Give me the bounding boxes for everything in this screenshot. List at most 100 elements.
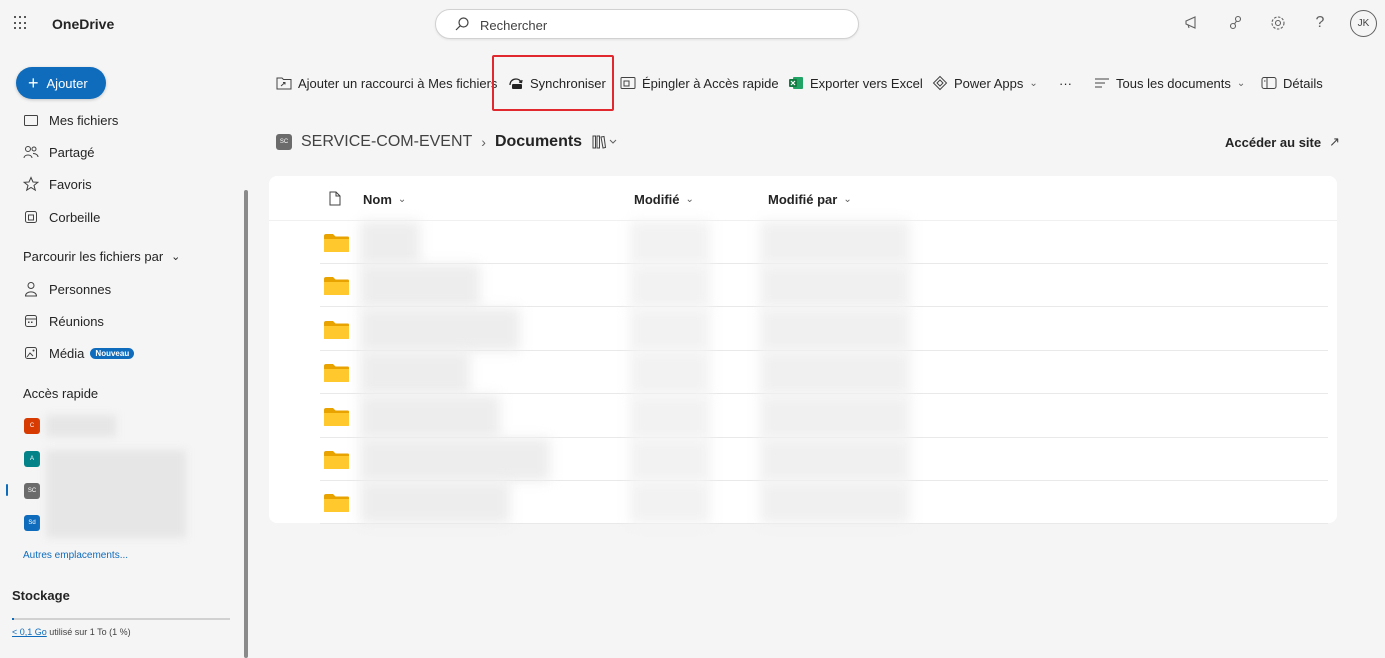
chevron-down-icon: ⌄ [1029,77,1038,89]
export-excel-button[interactable]: Exporter vers Excel [788,72,923,94]
nav-item-people[interactable]: Personnes [23,279,111,299]
nav-item-label: Partagé [49,144,95,160]
nav-item-my-files[interactable]: Mes fichiers [23,110,118,130]
left-navigation: Mes fichiers Partagé Favoris Corbeille P… [0,110,240,658]
blurred-file-name [360,481,510,525]
details-button[interactable]: Détails [1261,72,1323,94]
image-icon [23,345,39,361]
excel-icon [788,75,804,91]
selection-indicator [6,484,8,496]
go-to-site-link[interactable]: Accéder au site ↗ [1225,134,1340,150]
blurred-modified-by [760,481,910,525]
nav-scrollbar[interactable] [244,190,248,658]
table-row[interactable] [320,481,1328,525]
folder-icon [324,407,349,426]
chevron-down-icon: ⌄ [843,194,852,205]
power-apps-icon [932,75,948,91]
chevron-down-icon: ⌄ [1236,77,1246,89]
nav-item-shared[interactable]: Partagé [23,142,95,162]
breadcrumb-separator-icon: › [481,134,486,150]
search-icon [454,16,470,35]
other-locations-link[interactable]: Autres emplacements... [23,550,128,561]
search-input[interactable] [480,16,840,34]
blurred-modified-date [630,481,710,525]
nav-item-recycle-bin[interactable]: Corbeille [23,207,100,227]
blurred-modified-by [760,264,910,308]
megaphone-icon[interactable] [1182,13,1202,33]
nav-item-favorites[interactable]: Favoris [23,174,92,194]
browse-by-heading[interactable]: Parcourir les fichiers par ⌄ [23,249,180,264]
table-row[interactable] [320,351,1328,395]
calendar-icon [23,313,39,329]
blurred-site-name [46,450,186,538]
storage-used-link[interactable]: < 0,1 Go [12,627,47,637]
app-launcher-icon[interactable] [14,16,28,30]
column-header-label: Modifié [634,192,680,207]
breadcrumb-site[interactable]: SERVICE-COM-EVENT [301,133,472,151]
pin-quick-access-button[interactable]: Épingler à Accès rapide [620,72,779,94]
nav-item-meetings[interactable]: Réunions [23,311,104,331]
browse-by-label: Parcourir les fichiers par [23,249,164,264]
blurred-file-name [360,394,500,438]
arrow-up-right-icon: ↗ [1329,134,1341,149]
storage-progress-fill [12,618,15,620]
column-header-label: Modifié par [768,192,838,207]
quick-access-tile[interactable]: SC [24,483,40,499]
nav-item-label: Personnes [49,281,112,297]
file-type-header-icon[interactable] [329,191,341,209]
quick-access-tile[interactable]: C [24,418,40,434]
shortcut-folder-icon [276,75,292,91]
blurred-modified-by [760,351,910,395]
nav-item-label: Favoris [49,176,92,192]
power-apps-button[interactable]: Power Apps ⌄ [932,72,1038,94]
new-badge: Nouveau [90,347,135,359]
storage-heading: Stockage [12,588,70,603]
blurred-modified-date [630,307,710,351]
go-to-site-label: Accéder au site [1225,134,1322,150]
quick-access-heading: Accès rapide [23,386,99,401]
nav-item-label: Mes fichiers [49,112,119,128]
add-button[interactable]: + Ajouter [16,67,106,99]
table-row[interactable] [320,221,1328,264]
table-row[interactable] [320,394,1328,438]
share-network-icon[interactable] [1226,13,1246,33]
top-bar: OneDrive ? JK [0,0,1385,48]
search-box[interactable] [435,9,859,39]
column-header-name[interactable]: Nom ⌄ [363,192,406,207]
table-row[interactable] [320,438,1328,481]
app-name[interactable]: OneDrive [52,16,114,32]
add-button-label: Ajouter [46,75,88,91]
details-pane-icon [1261,75,1277,91]
help-icon[interactable]: ? [1310,13,1330,33]
folder-icon [324,494,349,513]
library-switch-icon[interactable] [592,135,618,149]
nav-item-label: Média [49,345,85,361]
column-header-label: Nom [363,192,392,207]
column-header-modified[interactable]: Modifié ⌄ [634,192,694,207]
blurred-file-name [360,221,420,264]
add-shortcut-button[interactable]: Ajouter un raccourci à Mes fichiers [276,72,497,94]
more-actions-button[interactable]: ··· [1059,72,1072,94]
table-row[interactable] [320,307,1328,351]
blurred-modified-date [630,264,710,308]
blurred-file-name [360,438,550,481]
blurred-modified-date [630,438,710,481]
settings-gear-icon[interactable] [1268,13,1288,33]
recycle-bin-icon [23,209,39,225]
blurred-file-name [360,264,480,308]
user-avatar[interactable]: JK [1350,10,1377,37]
breadcrumb-library[interactable]: Documents [495,133,582,151]
folder-icon [324,234,349,252]
person-icon [23,281,39,297]
table-row[interactable] [320,264,1328,308]
blurred-modified-date [630,351,710,395]
view-selector-button[interactable]: Tous les documents ⌄ [1094,72,1245,94]
breadcrumb: SC SERVICE-COM-EVENT › Documents [276,131,618,153]
column-header-modified-by[interactable]: Modifié par ⌄ [768,192,852,207]
blurred-modified-date [630,394,710,438]
nav-item-label: Corbeille [49,209,101,225]
quick-access-tile[interactable]: Sd [24,515,40,531]
nav-item-media[interactable]: Média Nouveau [23,343,135,363]
chevron-down-icon: ⌄ [685,194,694,205]
quick-access-tile[interactable]: A [24,451,40,467]
